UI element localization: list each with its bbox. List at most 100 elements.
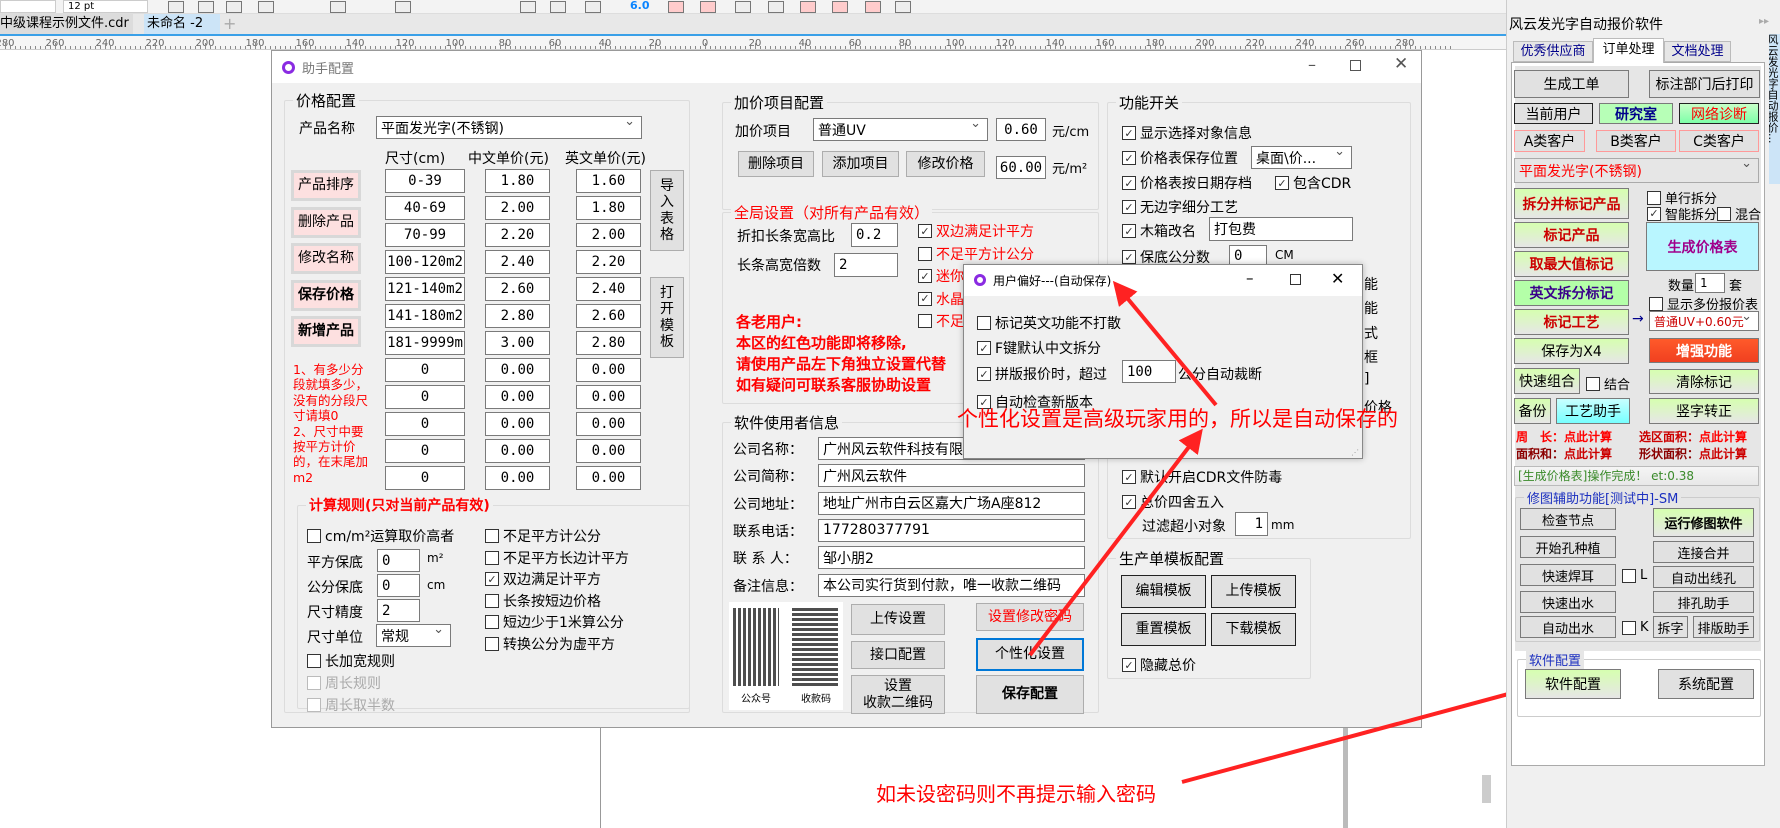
print-dept-button[interactable]: 标注部门后打印: [1649, 70, 1760, 98]
hole-helper-button[interactable]: 排孔助手: [1653, 591, 1754, 613]
checkbox-box[interactable]: [1647, 190, 1661, 205]
text-label: 生成价格表: [1667, 239, 1738, 256]
enhance-button[interactable]: 增强功能: [1649, 338, 1759, 363]
craft-helper-button[interactable]: 工艺助手: [1556, 398, 1630, 424]
panel-expand-icon[interactable]: ▸▸: [1759, 16, 1769, 27]
text-label: 取最大值标记: [1529, 257, 1614, 273]
selection-area-calc[interactable]: 选区面积：点此计算: [1639, 428, 1747, 445]
text-label: 订单处理: [1602, 42, 1655, 57]
perimeter-calc[interactable]: 周 长：点此计算: [1516, 428, 1612, 445]
layout-helper-button[interactable]: 排版助手: [1693, 616, 1754, 638]
text-label: 检查节点: [1541, 513, 1594, 529]
text-label: L: [1640, 568, 1648, 583]
text-label: 混合: [1735, 208, 1762, 223]
text-label: 增强功能: [1676, 343, 1732, 360]
text-label: 智能拆分: [1665, 208, 1718, 223]
checkbox-box[interactable]: [1647, 206, 1661, 221]
text-label: 排版助手: [1697, 621, 1750, 637]
quick-combine-button[interactable]: 快速组合: [1514, 368, 1580, 394]
arrow-to-prefs-title: [1112, 280, 1218, 407]
generate-price-table-button[interactable]: 生成价格表: [1646, 222, 1759, 271]
text-label: 面积和：: [1516, 447, 1565, 461]
quick-drain-button[interactable]: 快速出水: [1520, 591, 1616, 613]
split-mark-product-button[interactable]: 拆分并标记产品: [1514, 188, 1629, 219]
save-as-x4-button[interactable]: 保存为X4: [1514, 338, 1629, 364]
text-label: 普通UV+0.60元: [1654, 314, 1744, 329]
text-label: 生成工单: [1543, 77, 1600, 93]
mark-craft-button[interactable]: 标记工艺: [1514, 309, 1629, 335]
craft-select[interactable]: 普通UV+0.60元: [1649, 311, 1759, 331]
text-label: 风云发光字自动报价...: [1769, 34, 1779, 144]
check-nodes-button[interactable]: 检查节点: [1520, 508, 1616, 530]
quantity-input[interactable]: 1: [1695, 273, 1725, 293]
text-label: 快速出水: [1541, 596, 1594, 612]
text-label: 清除标记: [1676, 374, 1732, 391]
text-label: 研究室: [1615, 106, 1657, 123]
text-label: B类客户: [1610, 134, 1662, 150]
text-label: 连接合并: [1677, 546, 1730, 562]
combine-checkbox[interactable]: 结合: [1586, 374, 1630, 393]
software-config-button[interactable]: 软件配置: [1525, 669, 1621, 699]
text-label: 点此计算: [1699, 430, 1748, 444]
quantity-label: 数量: [1668, 279, 1695, 294]
max-value-mark-button[interactable]: 取最大值标记: [1514, 251, 1629, 277]
k-checkbox[interactable]: K: [1622, 620, 1649, 635]
connect-merge-button[interactable]: 连接合并: [1653, 541, 1754, 563]
docker-tab-strip[interactable]: 风云发光字自动报价...: [1769, 34, 1780, 184]
clear-mark-button[interactable]: 清除标记: [1649, 369, 1759, 394]
network-diagnosis-button[interactable]: 网络诊断: [1679, 103, 1759, 124]
text-label: 点此计算: [1564, 430, 1613, 444]
text-label: 英文拆分标记: [1529, 286, 1614, 302]
text-label: 标注部门后打印: [1655, 77, 1754, 93]
text-label: 竖字转正: [1676, 404, 1732, 420]
text-label: 开始孔种植: [1535, 541, 1601, 557]
text-label: 自动出水: [1541, 621, 1594, 637]
text-label: 周 长：: [1516, 430, 1565, 444]
checkbox-box[interactable]: [1586, 376, 1600, 391]
smart-split-checkbox[interactable]: 智能拆分: [1647, 204, 1717, 223]
quick-weld-button[interactable]: 快速焊耳: [1520, 564, 1616, 586]
text-label: 优秀供应商: [1520, 44, 1586, 59]
checkbox-box[interactable]: [1622, 568, 1636, 583]
area-sum-calc[interactable]: 面积和：点此计算: [1516, 445, 1612, 462]
text-label: 点此计算: [1564, 447, 1613, 461]
plant-holes-button[interactable]: 开始孔种植: [1520, 536, 1616, 558]
l-checkbox[interactable]: L: [1622, 568, 1647, 583]
text-label: 网络诊断: [1691, 106, 1747, 123]
checkbox-box[interactable]: [1717, 206, 1731, 221]
text-label: 软件配置: [1526, 650, 1585, 669]
customer-b-button[interactable]: B类客户: [1596, 130, 1676, 152]
customer-c-button[interactable]: C类客户: [1679, 130, 1759, 152]
panel-tab-orders[interactable]: 订单处理: [1593, 38, 1664, 63]
current-user-button[interactable]: 当前用户: [1514, 103, 1593, 124]
lab-button[interactable]: 研究室: [1599, 103, 1673, 124]
generate-order-button[interactable]: 生成工单: [1514, 70, 1629, 98]
panel-product-select[interactable]: 平面发光字(不锈钢): [1514, 158, 1759, 183]
arrow-to-software-config: [1181, 678, 1546, 784]
panel-tab-supplier[interactable]: 优秀供应商: [1513, 41, 1593, 62]
quantity-unit: 套: [1729, 279, 1743, 294]
checkbox-box[interactable]: [1649, 296, 1663, 311]
text-label: 运行修图软件: [1664, 517, 1743, 532]
panel-tab-docs[interactable]: 文档处理: [1664, 41, 1731, 62]
customer-a-button[interactable]: A类客户: [1514, 130, 1585, 152]
shape-area-calc[interactable]: 形状面积：点此计算: [1639, 445, 1747, 462]
mix-checkbox[interactable]: 混合: [1717, 204, 1761, 223]
vertical-fix-button[interactable]: 竖字转正: [1649, 398, 1759, 424]
text-label: 保存为X4: [1541, 344, 1602, 360]
auto-line-hole-button[interactable]: 自动出线孔: [1653, 566, 1754, 588]
auto-drain-button[interactable]: 自动出水: [1520, 616, 1616, 638]
split-char-button[interactable]: 拆字: [1653, 616, 1688, 638]
mark-product-button[interactable]: 标记产品: [1514, 222, 1629, 248]
run-repair-software-button[interactable]: 运行修图软件: [1653, 508, 1754, 537]
english-split-mark-button[interactable]: 英文拆分标记: [1514, 280, 1629, 306]
text-label: 选区面积：: [1639, 430, 1700, 444]
text-label: 系统配置: [1678, 677, 1734, 693]
text-label: 排孔助手: [1677, 596, 1730, 612]
text-label: 工艺助手: [1565, 404, 1621, 420]
backup-button[interactable]: 备份: [1514, 398, 1551, 424]
system-config-button[interactable]: 系统配置: [1658, 669, 1754, 699]
checkbox-box[interactable]: [1622, 620, 1636, 635]
text-label: 备份: [1518, 404, 1547, 420]
text-label: 标记产品: [1543, 228, 1600, 244]
